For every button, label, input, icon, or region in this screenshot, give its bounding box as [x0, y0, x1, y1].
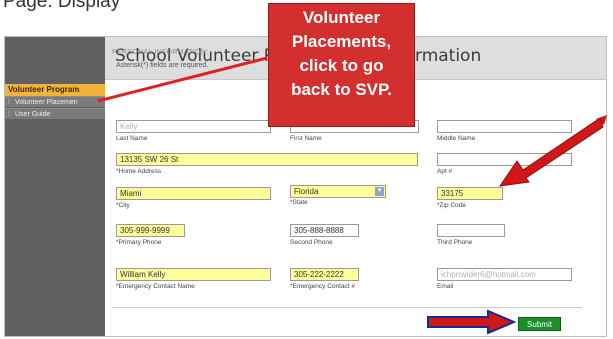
callout-line: Placements, [291, 32, 392, 51]
callout-line: Volunteer [302, 8, 381, 27]
arrow-to-apt-field [498, 117, 604, 187]
callout-box: Volunteer Placements, click to go back t… [268, 3, 415, 127]
callout-pointer-line [97, 56, 268, 103]
arrow-to-submit [427, 309, 517, 335]
callout-line: click to go [299, 56, 384, 75]
callout-line: back to SVP. [291, 80, 392, 99]
